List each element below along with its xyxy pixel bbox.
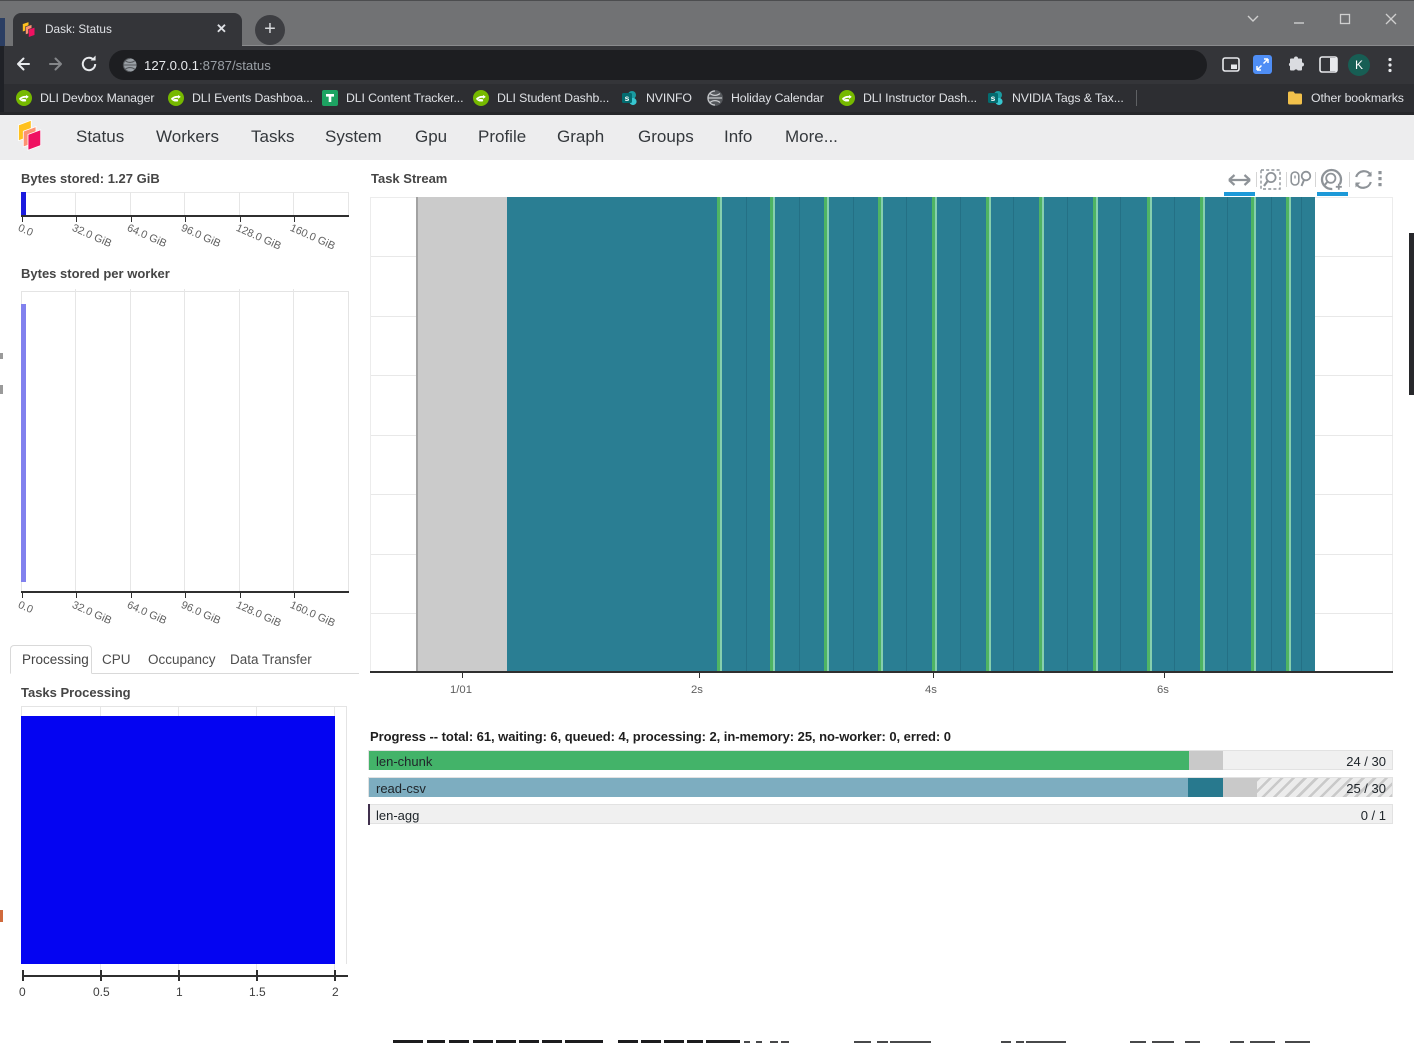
svg-text:s: s xyxy=(991,93,996,103)
svg-text:s: s xyxy=(625,93,630,103)
